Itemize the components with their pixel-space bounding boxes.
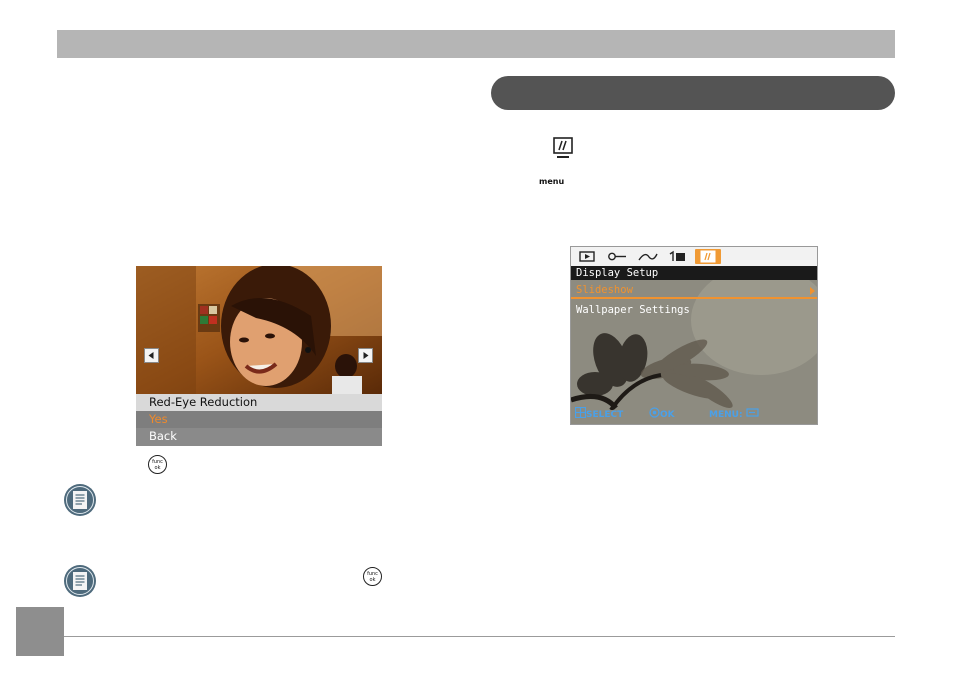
display-setup-icon [553,137,573,159]
menu-footer: SELECT OK MENU: [571,406,817,424]
menu-item-wallpaper-settings[interactable]: Wallpaper Settings [571,302,817,319]
delete-icon[interactable] [665,249,691,264]
ok-hint: OK [649,407,675,424]
func-ok-button-icon: func ok [148,455,167,474]
header-bar [57,30,895,58]
ok-label: OK [660,410,675,420]
dpad-icon [574,406,587,419]
ok-label: ok [369,576,376,583]
previous-arrow-icon[interactable] [144,348,159,363]
select-hint: SELECT [574,406,624,424]
option-back[interactable]: Back [136,428,382,446]
option-yes[interactable]: Yes [136,411,382,428]
select-label: SELECT [586,410,624,420]
playback-icon[interactable] [575,249,601,264]
menu-item-label: Slideshow [576,284,633,296]
red-eye-menu: Red-Eye Reduction Yes Back [136,394,382,446]
curve-icon[interactable] [635,249,661,264]
wallpaper-flower-image [571,280,817,410]
menu-button-label: menu [539,177,565,186]
menu-label: MENU: [709,410,743,420]
menu-title: Red-Eye Reduction [136,394,382,411]
section-header-pill [491,76,895,110]
next-arrow-icon[interactable] [358,348,373,363]
menu-tab-bar [571,247,817,266]
func-label: func [152,458,163,465]
menu-item-label: Wallpaper Settings [576,304,690,316]
func-label: func [367,570,378,577]
camera-screen-display-setup: Display Setup Slideshow Wallpaper Settin… [570,246,818,425]
camera-screen-red-eye: Red-Eye Reduction Yes Back [136,266,382,446]
chevron-right-icon [810,287,815,295]
func-ok-button-icon: func ok [363,567,382,586]
return-icon [746,408,759,417]
note-icon [64,484,96,516]
menu-header: Display Setup [571,266,817,280]
footer-rule [64,636,895,637]
menu-item-slideshow[interactable]: Slideshow [571,282,817,299]
portrait-photo [136,266,382,394]
ok-label: ok [154,464,161,471]
ok-button-icon [649,407,660,418]
page-number-block [16,607,64,656]
key-icon[interactable] [605,249,631,264]
display-setup-tab-icon[interactable] [695,249,721,264]
menu-hint: MENU: [709,407,759,424]
note-icon [64,565,96,597]
